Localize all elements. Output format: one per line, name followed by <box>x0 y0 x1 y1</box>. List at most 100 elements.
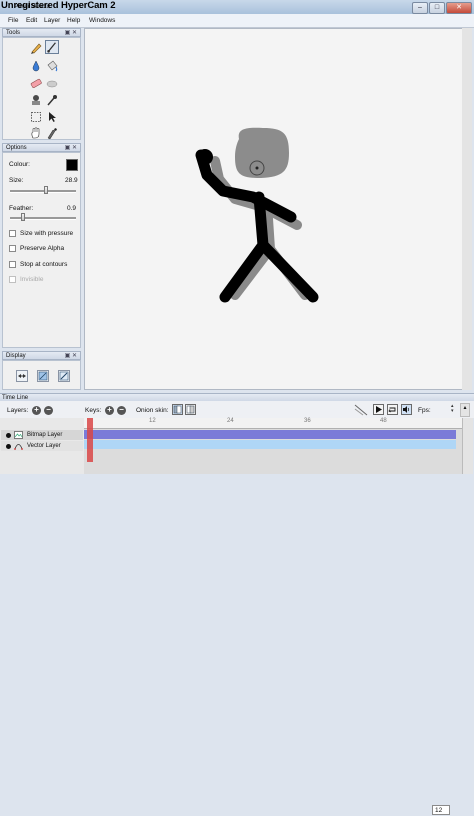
layer-name: Vector Layer <box>27 443 61 449</box>
drawing-canvas[interactable] <box>84 28 472 390</box>
tools-panel <box>2 37 81 140</box>
fps-input[interactable]: 12 <box>432 805 450 815</box>
speaker-icon <box>403 406 410 413</box>
layer-row-vector[interactable]: Vector Layer <box>1 441 83 451</box>
invisible-checkbox <box>9 276 16 283</box>
tools-panel-header: Tools ▣ ✕ <box>2 28 81 37</box>
visibility-icon[interactable] <box>6 444 11 449</box>
feather-value: 0.9 <box>67 205 77 212</box>
preserve-alpha-label: Preserve Alpha <box>20 245 65 252</box>
timeline-toolbar: Layers: + − Keys: + − Onion skin: Fps: 1… <box>0 401 474 815</box>
colour-swatch[interactable] <box>66 159 78 171</box>
options-panel-header: Options ▣ ✕ <box>2 143 81 152</box>
onion-skin-label: Onion skin: <box>136 407 169 414</box>
timeline-scroll-up[interactable]: ▴ <box>460 403 470 417</box>
flip-horizontal-button[interactable] <box>16 370 28 382</box>
diagonal-button[interactable] <box>58 370 70 382</box>
flip-vertical-button[interactable] <box>37 370 49 382</box>
bitmap-layer-icon <box>14 431 23 439</box>
canvas-scrollbar[interactable] <box>462 28 472 390</box>
remove-key-button[interactable]: − <box>117 406 126 415</box>
stick-figure-drawing <box>195 127 319 303</box>
onion-next-icon <box>186 405 195 414</box>
layers-label: Layers: <box>7 407 29 414</box>
feather-slider-track[interactable] <box>10 217 76 220</box>
fps-label: Fps: <box>418 407 431 414</box>
flip-vertical-icon <box>38 371 48 381</box>
playhead[interactable] <box>87 418 93 462</box>
size-slider-thumb[interactable] <box>44 186 49 194</box>
menu-layer[interactable]: Layer <box>44 17 60 24</box>
hand-icon[interactable] <box>29 126 43 140</box>
sound-button[interactable] <box>401 404 412 415</box>
resize-handle-icon[interactable] <box>353 403 369 417</box>
pen-icon[interactable] <box>45 126 59 140</box>
bucket-icon[interactable] <box>45 59 59 73</box>
feather-slider-thumb[interactable] <box>21 213 26 221</box>
remove-layer-button[interactable]: − <box>44 406 53 415</box>
onion-prev-icon <box>173 405 182 414</box>
stop-at-contours-checkbox[interactable] <box>9 261 16 268</box>
brush-icon <box>47 42 56 53</box>
brush-tool[interactable] <box>45 40 59 54</box>
display-panel-title: Display <box>6 353 26 359</box>
ruler-tick: 48 <box>380 418 387 424</box>
play-button[interactable] <box>373 404 384 415</box>
pencil-icon[interactable] <box>29 41 43 55</box>
layer-list: Bitmap Layer Vector Layer <box>0 418 84 474</box>
onion-prev-button[interactable] <box>172 404 183 415</box>
tools-panel-title: Tools <box>6 30 21 36</box>
options-panel: Colour: Size: 28.9 Feather: 0.9 Size wit… <box>2 152 81 348</box>
colour-label: Colour: <box>9 161 30 168</box>
feather-label: Feather: <box>9 205 34 212</box>
ruler-tick: 36 <box>304 418 311 424</box>
onion-next-button[interactable] <box>185 404 196 415</box>
vector-layer-track[interactable] <box>84 440 456 449</box>
ruler-tick: 24 <box>227 418 234 424</box>
close-button[interactable]: ✕ <box>446 2 472 14</box>
bitmap-layer-track[interactable] <box>84 430 456 439</box>
maximize-button[interactable]: □ <box>429 2 445 14</box>
add-layer-button[interactable]: + <box>32 406 41 415</box>
layer-row-bitmap[interactable]: Bitmap Layer <box>1 430 83 440</box>
play-icon <box>376 406 382 413</box>
visibility-icon[interactable] <box>6 433 11 438</box>
vector-layer-icon <box>14 444 23 450</box>
layer-name: Bitmap Layer <box>27 432 63 438</box>
smudge-icon[interactable] <box>45 76 59 90</box>
size-with-pressure-label: Size with pressure <box>20 230 74 237</box>
size-label: Size: <box>9 177 24 184</box>
hypercam-watermark: Unregistered HyperCam 2 <box>1 0 116 11</box>
pointer-icon[interactable] <box>45 110 59 124</box>
diagonal-icon <box>59 371 69 381</box>
flip-horizontal-icon <box>18 374 26 378</box>
ruler-tick: 12 <box>149 418 156 424</box>
timeline-scrollbar[interactable] <box>462 418 473 474</box>
keys-label: Keys: <box>85 407 102 414</box>
loop-icon <box>388 407 396 413</box>
invisible-label: Invisible <box>20 276 44 283</box>
display-panel <box>2 360 81 390</box>
menu-help[interactable]: Help <box>67 17 80 24</box>
stop-at-contours-label: Stop at contours <box>20 261 68 268</box>
menu-windows[interactable]: Windows <box>89 17 115 24</box>
menu-file[interactable]: File <box>8 17 18 24</box>
size-with-pressure-checkbox[interactable] <box>9 230 16 237</box>
minimize-button[interactable]: – <box>412 2 428 14</box>
add-key-button[interactable]: + <box>105 406 114 415</box>
eyedropper-icon[interactable] <box>45 93 59 107</box>
menu-bar: File Edit Layer Help Windows <box>0 14 474 28</box>
preserve-alpha-checkbox[interactable] <box>9 245 16 252</box>
size-value: 28.9 <box>65 177 78 184</box>
timeline-ruler: 12 24 36 48 <box>84 418 462 429</box>
timeline-header: Time Line <box>0 393 474 401</box>
loop-button[interactable] <box>387 404 398 415</box>
stamp-icon[interactable] <box>29 93 43 107</box>
display-panel-header: Display ▣ ✕ <box>2 351 81 360</box>
eraser-icon[interactable] <box>29 76 43 90</box>
fps-spinner[interactable]: ▴ ▾ <box>451 404 457 414</box>
size-slider-track[interactable] <box>10 190 76 193</box>
menu-edit[interactable]: Edit <box>26 17 37 24</box>
ink-drop-icon[interactable] <box>29 59 43 73</box>
select-icon[interactable] <box>29 110 43 124</box>
